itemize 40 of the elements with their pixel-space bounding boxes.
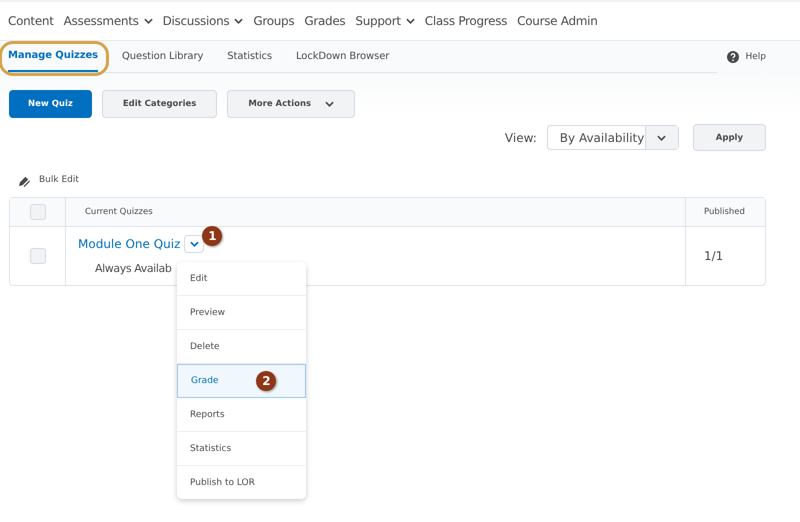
chevron-down-icon (657, 134, 666, 140)
nav-link[interactable]: Content (8, 14, 54, 28)
callout-badge: 1 (202, 226, 222, 246)
bulk-edit-link[interactable]: Bulk Edit (39, 175, 79, 185)
nav-link[interactable]: Support (355, 14, 415, 28)
callout-badge: 2 (256, 371, 276, 391)
menu-item[interactable]: Edit (177, 262, 306, 296)
nav-link[interactable]: Assessments (64, 14, 153, 28)
more-actions-button[interactable]: More Actions (227, 90, 356, 118)
nav-link[interactable]: Grades (304, 14, 346, 28)
nav-link[interactable]: Course Admin (517, 14, 598, 28)
chevron-down-icon (190, 241, 199, 247)
nav-link[interactable]: Discussions (162, 14, 244, 28)
published-count: 1/1 (704, 249, 724, 263)
checkbox[interactable] (30, 204, 46, 220)
tab[interactable]: Statistics (227, 41, 272, 72)
options-button[interactable] (184, 235, 204, 253)
quiz-link[interactable]: Module One Quiz (78, 237, 180, 251)
column-header: Current Quizzes (84, 206, 154, 219)
view-select[interactable]: By Availability (546, 125, 679, 150)
nav-link[interactable]: Groups (253, 14, 294, 28)
help-link[interactable]: Help (745, 52, 766, 62)
menu-item[interactable]: Preview (177, 296, 306, 330)
menu-item[interactable]: Publish to LOR (177, 466, 306, 499)
checkbox[interactable] (30, 248, 46, 264)
apply-button[interactable]: Apply (692, 124, 766, 151)
nav-link[interactable]: Class Progress (424, 14, 508, 28)
button[interactable]: New Quiz (9, 90, 92, 118)
tab[interactable]: Manage Quizzes (8, 41, 98, 72)
tab[interactable]: Question Library (122, 41, 204, 72)
column-header: Published (685, 198, 765, 226)
chevron-down-icon (325, 101, 334, 107)
menu-item[interactable]: Reports (177, 398, 306, 432)
view-label: View: (504, 130, 537, 144)
help-icon (727, 51, 740, 63)
tab[interactable]: LockDown Browser (296, 41, 390, 72)
menu-item[interactable]: Statistics (177, 432, 306, 466)
menu-item[interactable]: Grade 2 (177, 364, 306, 398)
button[interactable]: Edit Categories (102, 90, 218, 118)
availability-text: Always Availab (94, 261, 172, 275)
